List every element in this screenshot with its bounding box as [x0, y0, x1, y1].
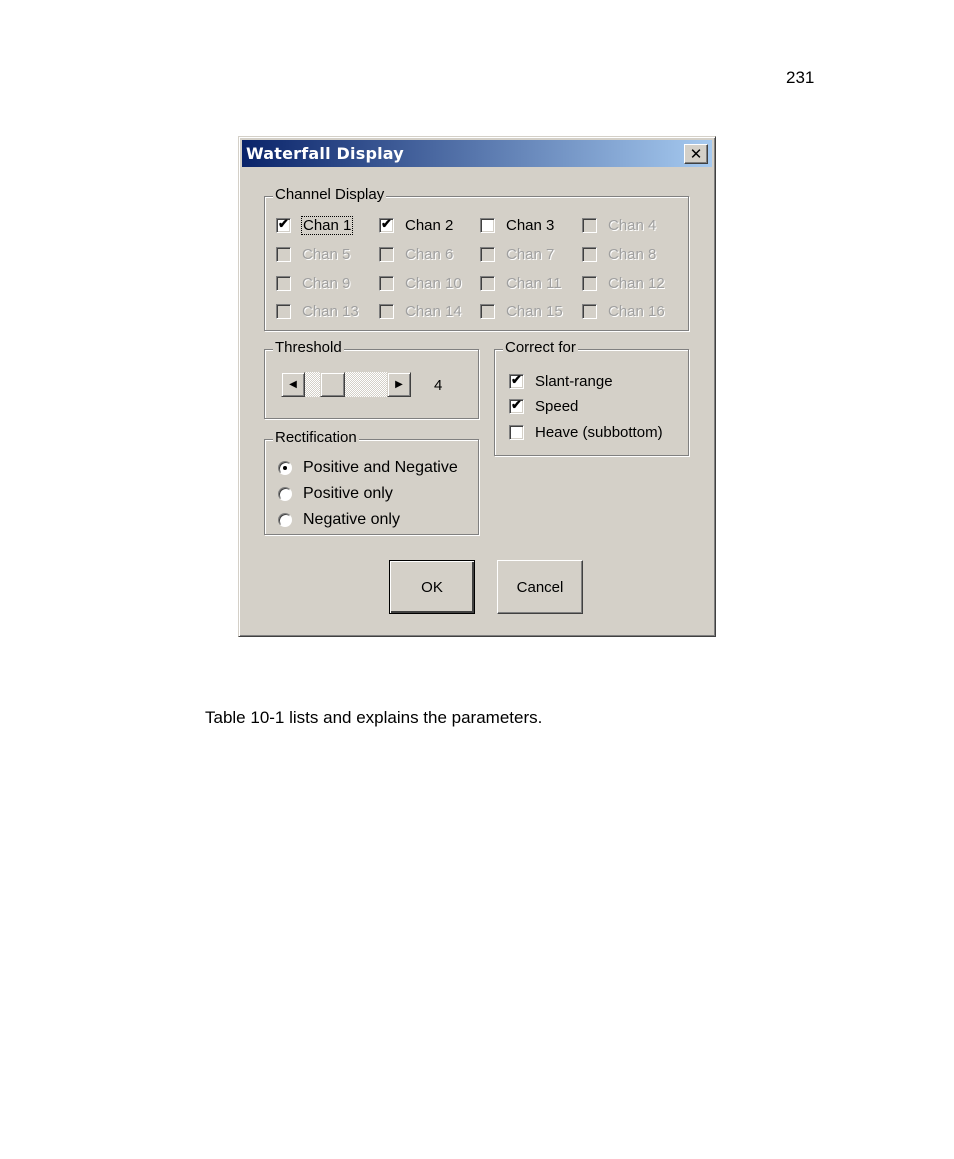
correct-for-label: Correct for: [503, 339, 578, 357]
rectification-option-label: Positive and Negative: [303, 459, 458, 476]
channel-checkbox: Chan 9: [276, 273, 350, 293]
page-number: 231: [786, 68, 815, 87]
scroll-thumb[interactable]: [319, 372, 345, 397]
channel-label: Chan 3: [506, 216, 555, 234]
close-icon: ✕: [689, 145, 703, 163]
channel-checkbox: Chan 13: [276, 301, 359, 321]
channel-checkbox: Chan 11: [480, 273, 562, 293]
channel-label: Chan 5: [302, 245, 351, 263]
channel-checkbox: Chan 6: [379, 244, 453, 264]
channel-checkbox: Chan 5: [276, 244, 350, 264]
channel-checkbox[interactable]: Chan 3: [480, 215, 554, 235]
channel-checkbox: Chan 15: [480, 301, 563, 321]
scroll-right-button[interactable]: ▶: [387, 372, 411, 397]
title-bar[interactable]: Waterfall Display ✕: [242, 140, 712, 167]
ok-button[interactable]: OK: [389, 560, 475, 614]
channel-label: Chan 10: [405, 274, 462, 292]
channel-label: Chan 4: [608, 216, 657, 234]
channel-checkbox: Chan 14: [379, 301, 462, 321]
channel-checkbox[interactable]: ✔ Chan 2: [379, 215, 453, 235]
checkmark-icon: ✔: [511, 396, 522, 412]
checkbox-box: [276, 246, 291, 262]
channel-checkbox[interactable]: ✔ Chan 1: [276, 215, 354, 235]
channel-label: Chan 8: [608, 245, 657, 263]
checkbox-box: [379, 246, 394, 262]
channel-label: Chan 13: [302, 302, 359, 320]
channel-label: Chan 7: [506, 245, 555, 263]
checkbox-box: [582, 275, 597, 291]
ok-label: OK: [421, 578, 443, 596]
checkbox-box[interactable]: ✔: [509, 396, 524, 414]
caption-text: Table 10-1 lists and explains the parame…: [205, 708, 543, 727]
channel-checkbox: Chan 7: [480, 244, 554, 264]
radio-button[interactable]: [278, 487, 292, 501]
channel-checkbox: Chan 10: [379, 273, 462, 293]
correct-for-option-label: Speed: [535, 397, 579, 415]
channel-label: Chan 16: [608, 302, 665, 320]
checkbox-box: [480, 246, 495, 262]
scroll-left-button[interactable]: ◀: [281, 372, 305, 397]
channel-checkbox: Chan 4: [582, 215, 656, 235]
checkbox-box[interactable]: ✔: [276, 215, 291, 233]
checkbox-box: [379, 275, 394, 291]
checkmark-icon: ✔: [381, 215, 392, 231]
rectification-option-label: Positive only: [303, 485, 393, 502]
checkbox-box: [480, 303, 495, 319]
arrow-right-icon: ▶: [395, 379, 403, 390]
rectification-radio[interactable]: Negative only: [278, 510, 400, 530]
threshold-scrollbar[interactable]: ◀ ▶: [281, 372, 411, 397]
correct-for-checkbox[interactable]: Heave (subbottom): [509, 422, 663, 442]
correct-for-checkbox[interactable]: ✔ Slant-range: [509, 371, 613, 391]
checkbox-box[interactable]: [480, 217, 495, 233]
radio-button[interactable]: [278, 461, 292, 475]
cancel-button[interactable]: Cancel: [497, 560, 583, 614]
correct-for-option-label: Heave (subbottom): [535, 423, 663, 441]
checkbox-box[interactable]: [509, 424, 524, 440]
close-button[interactable]: ✕: [684, 144, 708, 164]
channel-checkbox: Chan 16: [582, 301, 665, 321]
checkbox-box: [582, 303, 597, 319]
channel-label: Chan 11: [506, 274, 562, 292]
checkbox-box: [276, 303, 291, 319]
channel-label: Chan 15: [506, 302, 563, 320]
rectification-option-label: Negative only: [303, 511, 400, 528]
checkbox-box: [379, 303, 394, 319]
correct-for-option-label: Slant-range: [535, 372, 613, 390]
channel-label: Chan 2: [405, 216, 454, 234]
dialog-title: Waterfall Display: [246, 144, 404, 163]
arrow-left-icon: ◀: [289, 379, 297, 390]
checkbox-box: [276, 275, 291, 291]
checkbox-box: [582, 246, 597, 262]
checkmark-icon: ✔: [511, 371, 522, 387]
channel-display-label: Channel Display: [273, 186, 387, 204]
rectification-radio[interactable]: Positive and Negative: [278, 458, 458, 478]
radio-button[interactable]: [278, 513, 292, 527]
channel-checkbox: Chan 12: [582, 273, 665, 293]
channel-checkbox: Chan 8: [582, 244, 656, 264]
channel-label: Chan 12: [608, 274, 665, 292]
checkbox-box: [582, 217, 597, 233]
channel-label: Chan 6: [405, 245, 454, 263]
channel-label: Chan 1: [300, 215, 354, 235]
checkbox-box[interactable]: ✔: [509, 371, 524, 389]
checkmark-icon: ✔: [278, 215, 289, 231]
threshold-label: Threshold: [273, 339, 344, 357]
cancel-label: Cancel: [516, 578, 564, 596]
rectification-radio[interactable]: Positive only: [278, 484, 393, 504]
checkbox-box: [480, 275, 495, 291]
correct-for-checkbox[interactable]: ✔ Speed: [509, 396, 578, 416]
radio-selected-dot-icon: [283, 466, 287, 470]
threshold-value: 4: [434, 377, 443, 394]
rectification-label: Rectification: [273, 429, 359, 447]
channel-label: Chan 14: [405, 302, 462, 320]
scroll-track[interactable]: [305, 372, 387, 397]
checkbox-box[interactable]: ✔: [379, 215, 394, 233]
channel-label: Chan 9: [302, 274, 351, 292]
